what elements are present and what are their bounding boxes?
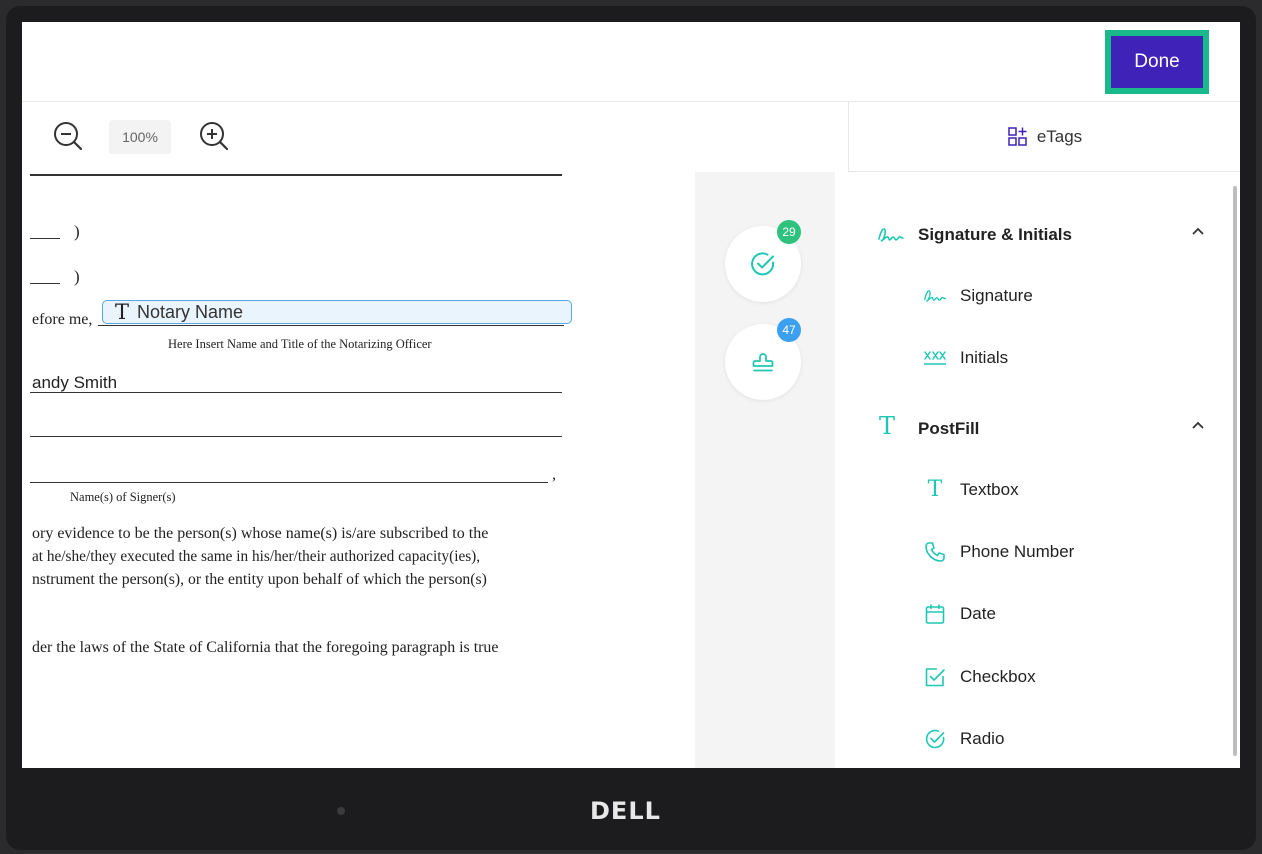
calendar-icon [923,602,947,626]
blank-line [30,283,60,284]
tag-item-label: Signature [960,286,1033,305]
etags-header[interactable]: eTags [848,102,1240,172]
paren-text: ) [74,267,80,286]
tag-item-date[interactable]: Date [835,596,1230,632]
blank-line [30,238,60,239]
etags-title: eTags [1036,126,1083,146]
tag-item-checkbox[interactable]: Checkbox [835,659,1230,695]
zoom-out-icon[interactable] [52,120,84,152]
perjury-line: der the laws of the State of California … [32,639,499,656]
notary-name-label: Notary Name [137,301,244,322]
document-page: ) ) efore me, T Notary Name Here Insert … [22,172,695,768]
completed-count-badge: 29 [777,220,801,244]
tag-item-label: Phone Number [960,542,1075,561]
app-screen: Done 100% eTags ) ) efore me, T Notary N… [22,22,1240,768]
tag-item-phone-number[interactable]: Phone Number [835,534,1230,570]
notary-name-line [98,325,564,326]
etags-panel: Signature & Initials Signature Initials [835,172,1240,768]
section-postfill[interactable]: T PostFill [835,414,1230,444]
tag-item-label: Initials [960,348,1009,367]
panel-scrollbar[interactable] [1230,172,1240,768]
tag-item-signature[interactable]: Signature [835,278,1230,314]
radio-check-icon [923,727,947,751]
top-bar: Done [22,22,1240,102]
checkbox-icon [923,665,947,689]
notary-caption: Here Insert Name and Title of the Notari… [168,337,432,351]
check-circle-icon [751,252,775,276]
etags-icon [1008,126,1027,146]
signer-line [30,482,548,483]
webcam-indicator [337,807,345,815]
tag-item-initials[interactable]: Initials [835,340,1230,376]
chevron-up-icon[interactable] [1191,226,1205,236]
signer-name-value: andy Smith [32,373,118,392]
tag-progress-rail: 29 47 [695,172,835,768]
tag-item-label: Textbox [960,480,1019,499]
section-label: PostFill [918,419,980,438]
signers-caption: Name(s) of Signer(s) [70,490,176,504]
stamp-tags-button[interactable]: 47 [725,318,801,400]
paragraph-line: ory evidence to be the person(s) whose n… [32,525,489,542]
tag-item-textbox[interactable]: T Textbox [835,472,1230,508]
phone-icon [923,540,947,564]
tag-item-label: Checkbox [960,667,1036,686]
zoom-level-display: 100% [109,120,171,154]
completed-tags-button[interactable]: 29 [725,220,801,302]
paragraph-line: at he/she/they executed the same in his/… [32,548,481,565]
signer-line [30,392,562,393]
before-me-text: efore me, [32,311,93,328]
signature-icon [923,284,947,308]
signer-line [30,436,562,437]
section-signature-initials[interactable]: Signature & Initials [835,220,1230,250]
text-icon: T [927,477,943,502]
done-button[interactable]: Done [1111,36,1203,88]
monitor-brand-logo: DELL [590,797,661,825]
initials-icon [923,346,947,370]
paren-text: ) [74,222,80,241]
chevron-up-icon[interactable] [1191,420,1205,430]
tag-item-label: Date [960,604,996,623]
done-button-highlight: Done [1105,30,1209,94]
signature-icon [878,228,904,242]
tag-item-label: Radio [960,729,1005,748]
text-icon: T [879,412,896,440]
scrollbar-thumb[interactable] [1233,186,1237,756]
section-label: Signature & Initials [918,225,1072,244]
comma-text: , [552,466,556,483]
zoom-toolbar: 100% [22,102,848,173]
table-bottom-border [30,174,562,176]
tag-item-radio[interactable]: Radio [835,721,1230,757]
paragraph-line: nstrument the person(s), or the entity u… [32,571,487,588]
stamp-count-badge: 47 [777,318,801,342]
text-field-icon: T [115,299,130,324]
notary-name-field[interactable]: T Notary Name [102,300,572,324]
zoom-in-icon[interactable] [198,120,230,152]
stamp-icon [752,353,774,372]
